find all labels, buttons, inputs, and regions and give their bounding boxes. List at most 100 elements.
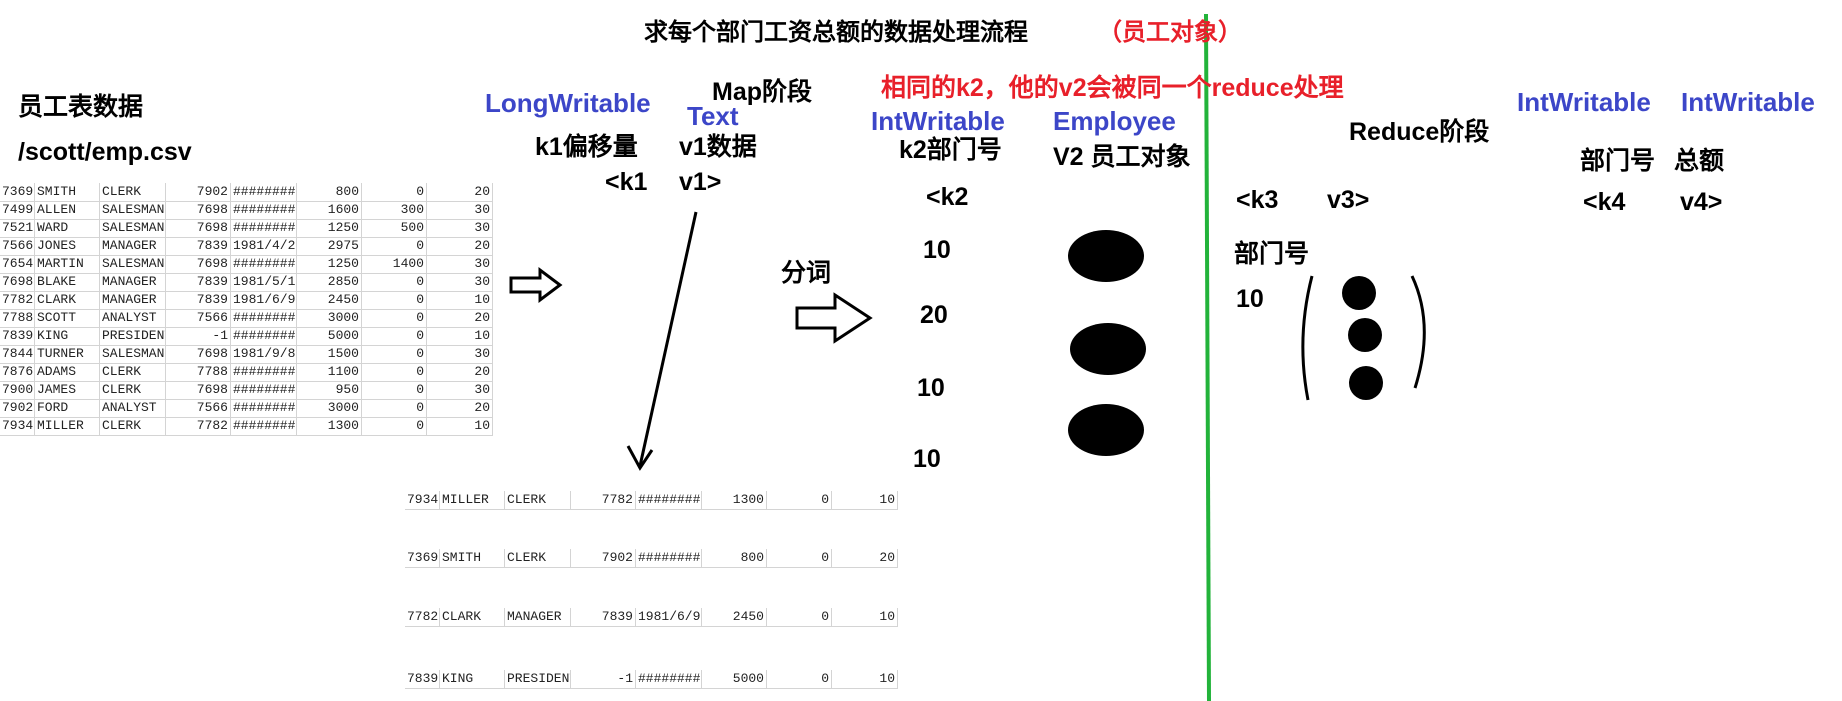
table-cell: 7934 [2,417,35,435]
k2-value: 10 [917,374,945,402]
table-cell: 3000 [297,399,362,417]
split-label: 分词 [781,259,832,287]
table-cell: ALLEN [35,201,100,219]
table-cell: 7698 [2,273,35,291]
table-cell: 0 [362,327,427,345]
v4-desc: 总额 [1674,147,1725,175]
table-cell: CLERK [100,363,166,381]
k3-value: 10 [1236,285,1264,313]
v4-label: v4> [1680,188,1723,216]
table-cell: 5000 [297,327,362,345]
table-row: 7654 MARTIN SALESMAN 7698 ######## 1250 1400 30 [0,255,493,274]
table-cell: 7844 [2,345,35,363]
arrow-right-icon [795,292,873,344]
table-cell: 20 [427,399,493,417]
employee-object-icon [1348,318,1382,352]
arrow-right-icon [509,267,563,303]
v3-label: v3> [1327,186,1370,214]
table-cell: 7902 [571,549,636,567]
employee-object-icon [1342,276,1376,310]
table-cell: PRESIDENT [102,327,166,345]
table-cell: MANAGER [100,273,166,291]
table-cell: JAMES [35,381,100,399]
v1-label: v1> [679,168,722,196]
table-cell: 7698 [166,201,231,219]
table-cell: 1981/4/2 [233,237,297,255]
table-row: 7698 BLAKE MANAGER 7839 1981/5/1 2850 0 30 [0,273,493,292]
k3-desc: 部门号 [1234,240,1310,268]
table-row: 7934 MILLER CLERK 7782 ######## 1300 0 10 [0,417,493,436]
table-cell: 0 [362,309,427,327]
left-paren [1301,275,1314,401]
table-cell: PRESIDENT [507,670,571,688]
table-cell: 7900 [2,381,35,399]
table-cell: 7698 [166,345,231,363]
table-cell: 10 [427,327,493,345]
table-cell: ######## [233,363,297,381]
table-cell: 1250 [297,219,362,237]
table-cell: 7698 [166,219,231,237]
table-row: 7839 KING PRESIDENT -1 ######## 5000 0 10 [405,670,898,689]
table-cell: FORD [35,399,100,417]
table-cell: SCOTT [35,309,100,327]
k2-desc: k2部门号 [899,136,1002,164]
table-cell: ######## [233,183,297,201]
table-cell: 0 [767,549,832,567]
table-cell: 7782 [407,608,440,626]
k4-type: IntWritable [1517,87,1651,117]
table-cell: 7369 [407,549,440,567]
table-cell: ANALYST [100,309,166,327]
table-cell: 7782 [571,491,636,509]
table-row: 7521 WARD SALESMAN 7698 ######## 1250 500 30 [0,219,493,238]
v4-type: IntWritable [1681,87,1815,117]
table-cell: ANALYST [100,399,166,417]
table-cell: 1300 [297,417,362,435]
table-cell: 0 [362,183,427,201]
v1-type: Text [687,101,739,131]
table-cell: 20 [427,183,493,201]
table-cell: MARTIN [35,255,100,273]
table-cell: 500 [362,219,427,237]
table-cell: 0 [767,608,832,626]
page-title: 求每个部门工资总额的数据处理流程 [644,19,1028,46]
table-cell: SMITH [35,183,100,201]
table-cell: SMITH [440,549,505,567]
k4-label: <k4 [1583,188,1626,216]
table-cell: 1300 [702,491,767,509]
table-row: 7499 ALLEN SALESMAN 7698 ######## 1600 300 30 [0,201,493,220]
table-row: 7844 TURNER SALESMAN 7698 1981/9/8 1500 0 30 [0,345,493,364]
table-cell: MANAGER [100,237,166,255]
table-cell: 1100 [297,363,362,381]
table-cell: 10 [832,491,898,509]
table-cell: 7839 [166,291,231,309]
table-cell: 1400 [362,255,427,273]
table-cell: 1981/5/1 [233,273,297,291]
table-cell: BLAKE [35,273,100,291]
table-cell: 3000 [297,309,362,327]
table-cell: 7782 [166,417,231,435]
table-cell: 2450 [702,608,767,626]
title-note: （员工对象） [1098,19,1242,46]
table-cell: ######## [233,381,297,399]
table-cell: 10 [832,608,898,626]
table-cell: MANAGER [100,291,166,309]
table-cell: 2450 [297,291,362,309]
table-cell: 7839 [407,670,440,688]
table-cell: 7839 [166,237,231,255]
table-cell: 30 [427,219,493,237]
table-cell: 7782 [2,291,35,309]
table-cell: 7839 [571,608,636,626]
table-cell: 7839 [166,273,231,291]
table-cell: 7698 [166,381,231,399]
table-cell: 7566 [166,399,231,417]
table-cell: 0 [362,381,427,399]
table-cell: CLERK [100,381,166,399]
table-cell: 20 [427,237,493,255]
table-cell: 7876 [2,363,35,381]
table-cell: 10 [427,291,493,309]
table-cell: 10 [427,417,493,435]
table-cell: 0 [362,399,427,417]
table-cell: ######## [638,491,702,509]
source-label: 员工表数据 [18,93,144,121]
table-cell: 2975 [297,237,362,255]
